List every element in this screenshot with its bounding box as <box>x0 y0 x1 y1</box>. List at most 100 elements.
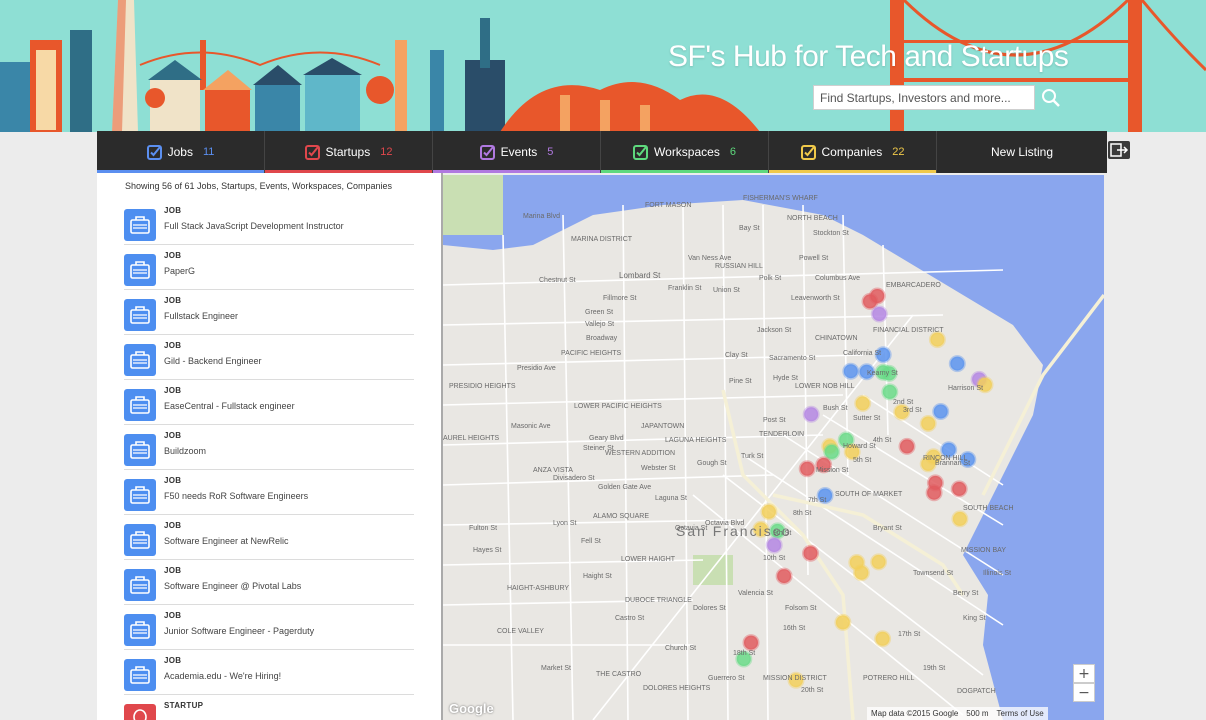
tab-startups[interactable]: Startups 12 <box>265 131 433 173</box>
map-marker-company[interactable] <box>834 613 852 631</box>
street-label: Post St <box>763 417 786 424</box>
tab-workspaces[interactable]: Workspaces 6 <box>601 131 769 173</box>
briefcase-icon <box>124 614 156 646</box>
map-marker-startup[interactable] <box>802 544 819 562</box>
map-marker-company[interactable] <box>854 394 872 412</box>
terms-link[interactable]: Terms of Use <box>997 709 1044 718</box>
map-marker-company[interactable] <box>760 503 778 521</box>
district-label: RUSSIAN HILL <box>715 263 763 270</box>
checkbox-icon[interactable] <box>800 144 816 160</box>
list-item[interactable]: JOB PaperG <box>124 246 414 290</box>
checkbox-icon[interactable] <box>304 144 320 160</box>
street-label: Golden Gate Ave <box>598 484 652 491</box>
district-label: JAPANTOWN <box>641 423 685 430</box>
site-title: SF's Hub for Tech and Startups <box>668 40 1069 73</box>
street-label: Green St <box>585 309 614 316</box>
checkbox-icon[interactable] <box>479 144 495 160</box>
map-marker-startup[interactable] <box>861 292 879 310</box>
map-marker-workspace[interactable] <box>881 383 899 401</box>
list-item[interactable]: STARTUP <box>124 696 414 720</box>
map-marker-startup[interactable] <box>742 634 760 652</box>
street-label: 17th St <box>898 631 921 638</box>
map-marker-company[interactable] <box>870 553 888 571</box>
item-title: Junior Software Engineer - Pagerduty <box>164 626 315 636</box>
street-label: Webster St <box>641 465 676 472</box>
map-marker-company[interactable] <box>951 510 969 528</box>
district-label: MISSION DISTRICT <box>763 675 827 682</box>
street-label: Marina Blvd <box>523 213 560 220</box>
map-marker-job[interactable] <box>842 362 860 380</box>
zoom-in-button[interactable]: + <box>1073 664 1095 683</box>
map-marker-workspace[interactable] <box>823 443 841 461</box>
item-title: EaseCentral - Fullstack engineer <box>164 401 295 411</box>
list-item[interactable]: JOB Software Engineer @ Pivotal Labs <box>124 561 414 605</box>
item-title: F50 needs RoR Software Engineers <box>164 491 309 501</box>
map-view[interactable]: San Francisco MARINA DISTRICT RUSSIAN HI… <box>443 175 1104 720</box>
map-marker-event[interactable] <box>802 405 820 423</box>
street-label: Lyon St <box>553 520 577 527</box>
district-label: HAIGHT-ASHBURY <box>507 585 570 592</box>
map-marker-startup[interactable] <box>898 437 916 455</box>
street-label: Haight St <box>583 573 612 580</box>
map-marker-startup[interactable] <box>775 567 793 585</box>
district-label: ALAMO SQUARE <box>593 513 650 520</box>
briefcase-icon <box>124 569 156 601</box>
checkbox-icon[interactable] <box>633 144 649 160</box>
new-listing-button[interactable]: New Listing <box>937 131 1107 173</box>
district-label: LOWER HAIGHT <box>621 556 676 563</box>
item-type: JOB <box>164 296 182 305</box>
tab-count: 22 <box>892 146 905 158</box>
map-marker-event[interactable] <box>870 305 888 323</box>
street-label: Illinois St <box>983 570 1012 577</box>
map-marker-job[interactable] <box>932 403 950 420</box>
tab-underline <box>433 170 600 173</box>
street-label: 10th St <box>763 555 786 562</box>
list-item[interactable]: JOB F50 needs RoR Software Engineers <box>124 471 414 515</box>
street-label: Fillmore St <box>603 295 637 302</box>
street-label: Sutter St <box>853 415 881 422</box>
list-item[interactable]: JOB Fullstack Engineer <box>124 291 414 335</box>
map-marker-startup[interactable] <box>925 484 943 502</box>
map-marker-company[interactable] <box>919 415 937 432</box>
tab-events[interactable]: Events 5 <box>433 131 601 173</box>
map-marker-company[interactable] <box>928 331 946 349</box>
street-label: Stockton St <box>813 230 849 237</box>
item-title: Gild - Backend Engineer <box>164 356 262 366</box>
sign-out-icon[interactable] <box>1108 141 1130 159</box>
street-label: Divisadero St <box>553 475 595 482</box>
tab-count: 6 <box>729 146 736 158</box>
map-marker-event[interactable] <box>765 536 783 554</box>
district-label: LOWER PACIFIC HEIGHTS <box>574 403 662 410</box>
item-title: Full Stack JavaScript Development Instru… <box>164 221 344 231</box>
zoom-out-button[interactable]: − <box>1073 683 1095 702</box>
list-item[interactable]: JOB Full Stack JavaScript Development In… <box>124 201 414 245</box>
header-banner: SF's Hub for Tech and Startups Find Star… <box>0 0 1206 132</box>
item-title: PaperG <box>164 266 196 276</box>
google-logo: Google <box>449 701 494 716</box>
list-item[interactable]: JOB Software Engineer at NewRelic <box>124 516 414 560</box>
street-label: 5th St <box>853 457 872 464</box>
search-input[interactable]: Find Startups, Investors and more... <box>813 85 1035 110</box>
tab-jobs[interactable]: Jobs 11 <box>97 131 265 173</box>
street-label: California St <box>843 350 882 357</box>
item-type: STARTUP <box>164 701 204 710</box>
list-item[interactable]: JOB Junior Software Engineer - Pagerduty <box>124 606 414 650</box>
tab-companies[interactable]: Companies 22 <box>769 131 937 173</box>
district-label: TENDERLOIN <box>759 431 805 438</box>
list-item[interactable]: JOB Academia.edu - We're Hiring! <box>124 651 414 695</box>
map-marker-job[interactable] <box>948 355 966 373</box>
map-marker-startup[interactable] <box>950 480 968 498</box>
map-canvas[interactable] <box>443 175 1104 720</box>
list-item[interactable]: JOB Gild - Backend Engineer <box>124 336 414 380</box>
briefcase-icon <box>124 659 156 691</box>
map-marker-startup[interactable] <box>798 460 816 478</box>
checkbox-icon[interactable] <box>146 144 162 160</box>
briefcase-icon <box>124 209 156 241</box>
map-marker-company[interactable] <box>874 630 892 648</box>
search-icon[interactable] <box>1040 87 1062 109</box>
map-marker-company[interactable] <box>852 564 870 582</box>
street-label: Leavenworth St <box>791 295 840 302</box>
item-type: JOB <box>164 566 182 575</box>
list-item[interactable]: JOB Buildzoom <box>124 426 414 470</box>
list-item[interactable]: JOB EaseCentral - Fullstack engineer <box>124 381 414 425</box>
